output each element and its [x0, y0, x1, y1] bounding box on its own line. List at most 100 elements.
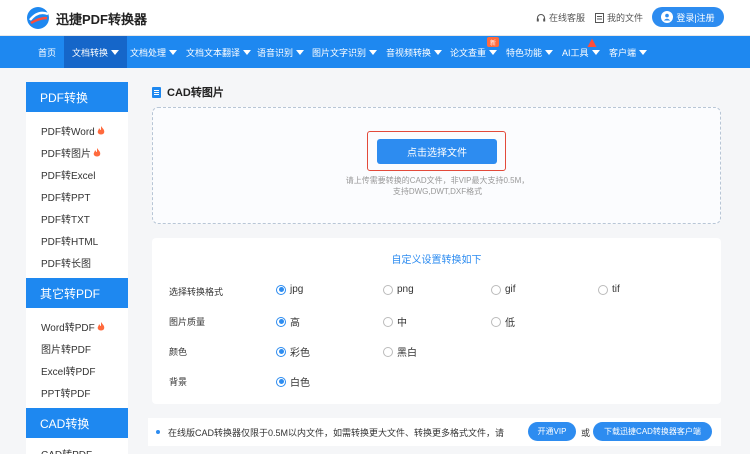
headset-icon	[536, 13, 546, 21]
format-option-tif[interactable]: tif	[598, 284, 620, 295]
format-label: 选择转换格式	[169, 287, 224, 297]
nav-item-speech-recognition[interactable]: 语音识别	[257, 36, 305, 68]
chevron-down-icon	[369, 49, 378, 55]
sidebar: PDF转换 PDF转Word PDF转图片 PDF转Excel PDF转PPT …	[26, 82, 128, 454]
option-label: png	[397, 284, 414, 295]
nav-label: 文档转换	[72, 47, 109, 58]
nav-item-ocr[interactable]: 图片文字识别	[312, 36, 378, 68]
file-icon	[595, 12, 604, 23]
flame-icon	[97, 126, 104, 135]
sidebar-item-excel-to-pdf[interactable]: Excel转PDF	[41, 363, 95, 378]
sidebar-item-image-to-pdf[interactable]: 图片转PDF	[41, 341, 91, 356]
sidebar-item-pdf-to-image[interactable]: PDF转图片	[41, 145, 101, 160]
quality-option-low[interactable]: 低	[491, 314, 515, 329]
my-files-link[interactable]: 我的文件	[595, 11, 643, 24]
radio-selected[interactable]	[276, 346, 286, 357]
chevron-down-icon	[639, 49, 648, 55]
option-label: 高	[290, 318, 300, 329]
sidebar-item-label: PDF转Excel	[41, 171, 96, 182]
brand-name[interactable]: 迅捷PDF转换器	[56, 9, 147, 28]
select-file-button[interactable]: 点击选择文件	[377, 139, 497, 164]
sidebar-item-pdf-to-word[interactable]: PDF转Word	[41, 123, 105, 138]
download-client-button[interactable]: 下载迅捷CAD转换器客户端	[593, 422, 712, 441]
nav-item-doc-translate[interactable]: 文档文本翻译	[186, 36, 252, 68]
sidebar-item-pdf-to-ppt[interactable]: PDF转PPT	[41, 189, 90, 204]
color-option-bw[interactable]: 黑白	[383, 344, 417, 359]
background-label: 背景	[169, 377, 188, 387]
chevron-down-icon	[243, 49, 252, 55]
nav-item-doc-process[interactable]: 文档处理	[130, 36, 178, 68]
nav-label: 客户端	[609, 47, 637, 58]
chevron-down-icon	[545, 49, 554, 55]
nav-label: 文档处理	[130, 47, 167, 58]
sidebar-item-pdf-to-html[interactable]: PDF转HTML	[41, 233, 98, 248]
nav-label: 文档文本翻译	[186, 47, 241, 58]
radio-selected[interactable]	[276, 376, 286, 387]
color-option-color[interactable]: 彩色	[276, 344, 310, 359]
sidebar-item-label: Word转PDF	[41, 323, 95, 334]
nav-item-av-convert[interactable]: 音视频转换	[386, 36, 443, 68]
quality-option-medium[interactable]: 中	[383, 314, 407, 329]
login-register-button[interactable]: 登录|注册	[652, 7, 724, 27]
radio-unselected[interactable]	[383, 316, 393, 327]
logo-icon[interactable]	[26, 6, 52, 30]
sidebar-item-cad-to-pdf[interactable]: CAD转PDF	[41, 446, 92, 454]
format-option-png[interactable]: png	[383, 284, 414, 295]
my-files-label: 我的文件	[607, 13, 644, 23]
radio-selected[interactable]	[276, 284, 286, 295]
page-title: CAD转图片	[152, 84, 224, 100]
notice-or: 或	[581, 428, 591, 438]
upload-hint-line-1: 请上传需要转换的CAD文件，非VIP最大支持0.5M，	[345, 176, 530, 185]
sidebar-item-label: PDF转Word	[41, 127, 95, 138]
chevron-down-icon	[111, 49, 120, 55]
sidebar-item-pdf-to-txt[interactable]: PDF转TXT	[41, 211, 90, 226]
online-service-label: 在线客服	[549, 13, 586, 23]
radio-unselected[interactable]	[383, 346, 393, 357]
radio-unselected[interactable]	[491, 284, 501, 295]
option-label: 中	[397, 318, 407, 329]
sidebar-item-label: Excel转PDF	[41, 367, 96, 378]
sidebar-item-ppt-to-pdf[interactable]: PPT转PDF	[41, 385, 90, 400]
quality-option-high[interactable]: 高	[276, 314, 300, 329]
sidebar-item-pdf-to-long-image[interactable]: PDF转长图	[41, 255, 91, 270]
chevron-down-icon	[434, 49, 443, 55]
option-label: 黑白	[397, 348, 417, 359]
sidebar-item-word-to-pdf[interactable]: Word转PDF	[41, 319, 105, 334]
sidebar-item-label: PDF转TXT	[41, 215, 90, 226]
nav-item-features[interactable]: 特色功能	[506, 36, 554, 68]
radio-unselected[interactable]	[383, 284, 393, 295]
nav-label: 语音识别	[257, 47, 294, 58]
sidebar-section-cad-convert[interactable]: CAD转换	[26, 408, 128, 438]
sidebar-item-pdf-to-excel[interactable]: PDF转Excel	[41, 167, 95, 182]
new-badge: 新	[487, 37, 499, 47]
nav-item-home[interactable]: 首页	[38, 36, 56, 68]
format-option-jpg[interactable]: jpg	[276, 284, 303, 295]
nav-item-doc-convert[interactable]: 文档转换	[64, 36, 128, 68]
hot-badge-icon	[587, 38, 597, 47]
color-label: 颜色	[169, 347, 188, 357]
open-vip-button[interactable]: 开通VIP	[528, 422, 576, 441]
sidebar-item-label: PDF转HTML	[41, 237, 99, 248]
sidebar-section-pdf-convert[interactable]: PDF转换	[26, 82, 128, 112]
flame-icon	[97, 322, 104, 331]
login-register-label: 登录|注册	[676, 12, 715, 23]
sidebar-section-other-to-pdf[interactable]: 其它转PDF	[26, 278, 128, 308]
nav-label: 论文查重	[450, 47, 487, 58]
chevron-down-icon	[591, 49, 600, 55]
option-label: 白色	[290, 378, 310, 389]
option-label: 低	[505, 318, 515, 329]
page-title-text: CAD转图片	[167, 87, 224, 99]
radio-unselected[interactable]	[598, 284, 608, 295]
online-service-link[interactable]: 在线客服	[536, 11, 585, 24]
sidebar-item-label: CAD转PDF	[41, 446, 92, 454]
upload-hint-line-2: 支持DWG,DWT,DXF格式	[392, 187, 483, 196]
format-option-gif[interactable]: gif	[491, 284, 516, 295]
chevron-down-icon	[296, 49, 305, 55]
sidebar-item-label: PPT转PDF	[41, 389, 91, 400]
background-option-white[interactable]: 白色	[276, 374, 310, 389]
option-label: jpg	[290, 284, 304, 295]
nav-item-client[interactable]: 客户端	[609, 36, 648, 68]
radio-unselected[interactable]	[491, 316, 501, 327]
radio-selected[interactable]	[276, 316, 286, 327]
flame-icon	[93, 148, 101, 157]
